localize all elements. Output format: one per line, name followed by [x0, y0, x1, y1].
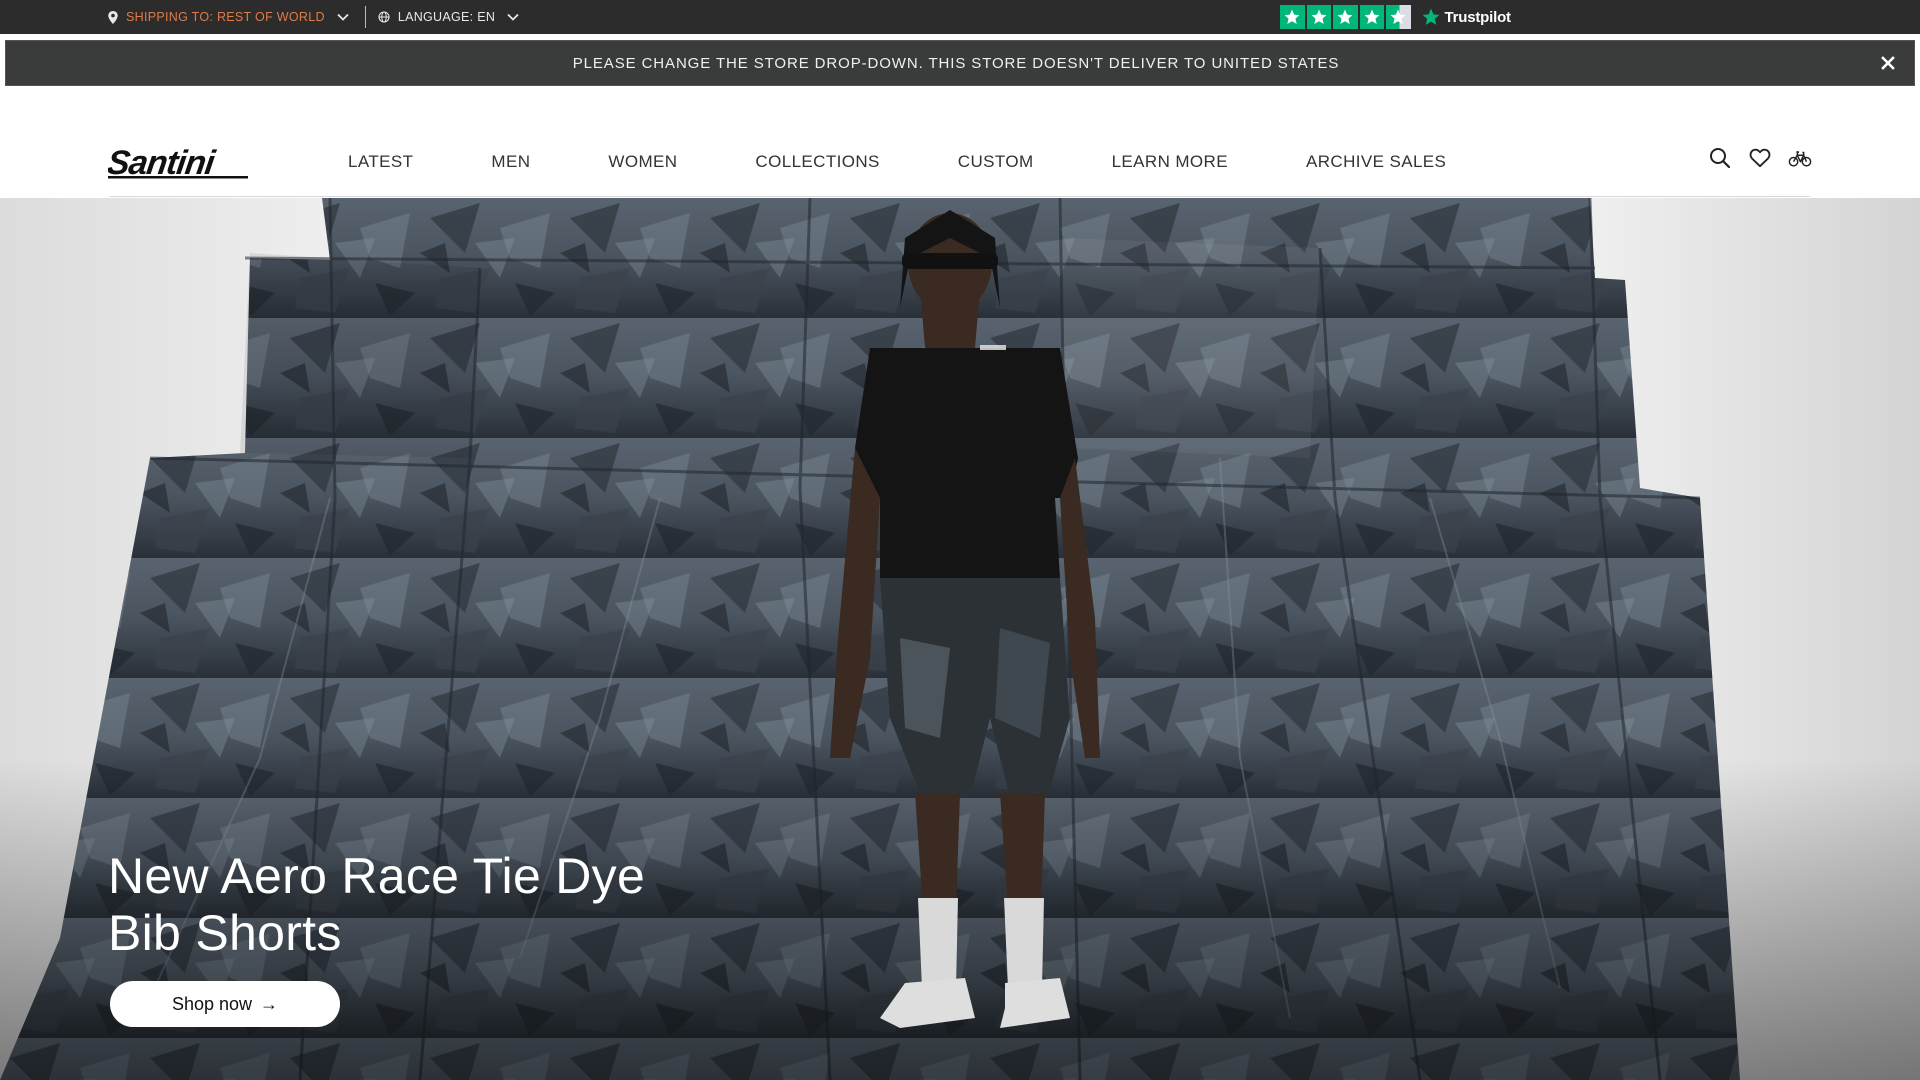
bike-button[interactable]: [1788, 146, 1812, 170]
site-header: Santini LATEST MEN WOMEN COLLECTIONS CUS…: [0, 86, 1920, 198]
shipping-label: SHIPPING TO: REST OF WORLD: [126, 10, 325, 24]
trustpilot-logo: Trustpilot: [1421, 7, 1511, 27]
shop-now-button[interactable]: Shop now →: [110, 981, 340, 1027]
wishlist-button[interactable]: [1748, 146, 1772, 170]
star-icon: [1306, 4, 1331, 30]
hero-banner[interactable]: New Aero Race Tie Dye Bib Shorts Shop no…: [0, 198, 1920, 1080]
santini-logo[interactable]: Santini: [108, 144, 252, 180]
nav-item-archive-sales[interactable]: ARCHIVE SALES: [1306, 152, 1446, 172]
chevron-down-icon: [337, 13, 349, 21]
header-icon-group: [1708, 146, 1812, 170]
nav-item-learn-more[interactable]: LEARN MORE: [1112, 152, 1228, 172]
language-label: LANGUAGE: EN: [397, 10, 496, 24]
trustpilot-stars: [1280, 4, 1411, 30]
trustpilot-star-icon: [1422, 8, 1439, 25]
topbar-left-group: SHIPPING TO: REST OF WORLD LANGUAGE: EN: [108, 0, 519, 34]
store-notice-banner: PLEASE CHANGE THE STORE DROP-DOWN. THIS …: [5, 40, 1915, 86]
bike-icon: [1788, 151, 1812, 167]
nav-item-collections[interactable]: COLLECTIONS: [755, 152, 879, 172]
trustpilot-label: Trustpilot: [1444, 8, 1512, 26]
hero-title-line-1: New Aero Race Tie Dye: [108, 848, 646, 904]
shipping-selector[interactable]: SHIPPING TO: REST OF WORLD: [108, 10, 349, 24]
star-icon: [1359, 4, 1384, 30]
trustpilot-widget[interactable]: Trustpilot: [1280, 4, 1511, 30]
nav-item-custom[interactable]: CUSTOM: [958, 152, 1034, 172]
store-notice-text: PLEASE CHANGE THE STORE DROP-DOWN. THIS …: [572, 55, 1340, 72]
globe-icon: [378, 11, 390, 23]
chevron-down-icon: [507, 13, 519, 21]
heart-icon: [1749, 148, 1771, 168]
top-utility-bar: SHIPPING TO: REST OF WORLD LANGUAGE: EN: [0, 0, 1920, 34]
language-selector[interactable]: LANGUAGE: EN: [378, 10, 519, 24]
close-icon[interactable]: [1880, 55, 1896, 71]
logo-wordmark: Santini: [108, 144, 219, 180]
nav-item-latest[interactable]: LATEST: [348, 152, 413, 172]
search-button[interactable]: [1708, 146, 1732, 170]
location-pin-icon: [108, 10, 118, 24]
star-icon: [1280, 4, 1305, 30]
main-nav: LATEST MEN WOMEN COLLECTIONS CUSTOM LEAR…: [348, 152, 1446, 172]
nav-item-men[interactable]: MEN: [491, 152, 530, 172]
header-divider: [110, 196, 1810, 197]
half-star-icon: [1386, 4, 1411, 30]
search-icon: [1710, 148, 1731, 169]
nav-item-women[interactable]: WOMEN: [608, 152, 677, 172]
topbar-divider: [364, 6, 366, 28]
hero-title: New Aero Race Tie Dye Bib Shorts: [108, 848, 808, 962]
star-icon: [1333, 4, 1358, 30]
hero-title-line-2: Bib Shorts: [108, 905, 342, 961]
shop-now-label: Shop now: [171, 993, 253, 1014]
arrow-right-icon: →: [260, 993, 279, 1014]
